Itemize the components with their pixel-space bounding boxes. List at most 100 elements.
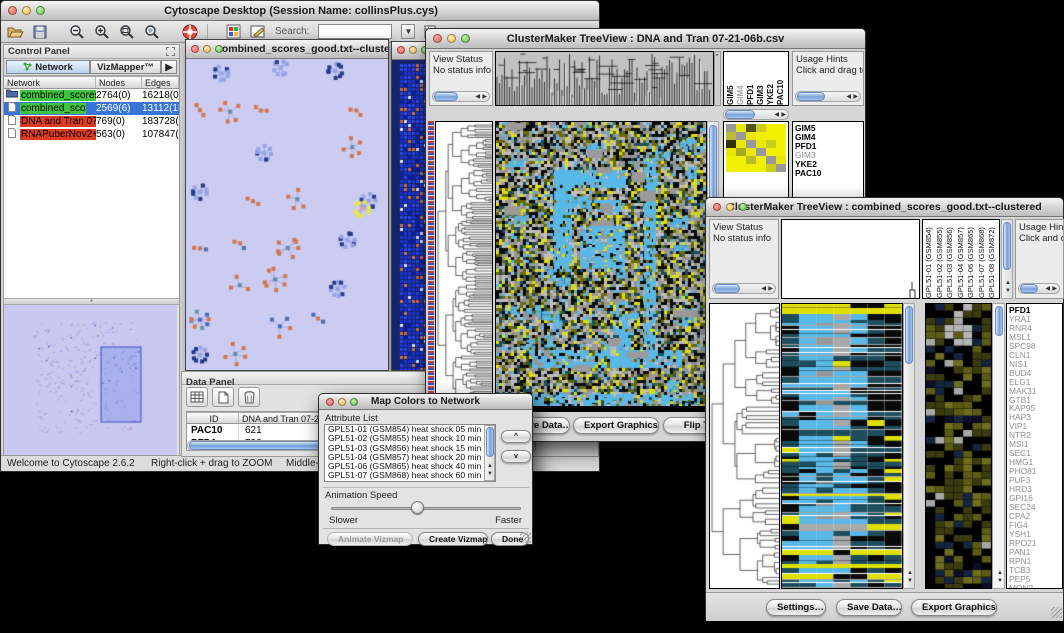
tv2-heatmap-vscrollbar[interactable]: ▲▼ xyxy=(903,303,915,589)
save-icon[interactable] xyxy=(33,25,47,39)
network-overview-canvas[interactable] xyxy=(4,305,177,455)
animate-vizmap-button[interactable]: Animate Vizmap xyxy=(327,532,413,546)
matrix-cell xyxy=(726,156,736,164)
gene-label[interactable]: PAC10 xyxy=(793,169,863,178)
help-lifesaver-icon[interactable] xyxy=(182,24,198,40)
zoom-button[interactable] xyxy=(461,34,470,43)
tab-overflow-arrow[interactable]: ▶ xyxy=(161,60,177,74)
network-icon xyxy=(23,62,32,71)
matrix-cell xyxy=(726,148,736,156)
tv1-summary-matrix xyxy=(726,124,786,172)
export-graphics-button[interactable]: Export Graphics… xyxy=(573,417,659,434)
tv1-labels-scrollbar[interactable]: ◀▶ xyxy=(723,109,789,120)
network-canvas[interactable] xyxy=(186,59,388,370)
open-file-icon[interactable] xyxy=(7,25,24,39)
map-colors-dialog: Map Colors to Network Attribute List GPL… xyxy=(318,393,533,545)
treeview2-controls[interactable] xyxy=(713,203,747,211)
zoom-button[interactable] xyxy=(350,398,358,406)
vizmapper-icon[interactable] xyxy=(226,24,241,39)
array-column-label: GPL51-06 (GSM865) xyxy=(966,220,977,298)
close-button[interactable] xyxy=(397,46,405,54)
gene-label[interactable]: MON2 xyxy=(1007,584,1062,589)
zoom-button[interactable] xyxy=(215,45,223,53)
matrix-cell xyxy=(776,124,786,132)
dialog-controls[interactable] xyxy=(326,398,358,406)
tv1-row-dendrogram[interactable] xyxy=(435,121,493,407)
close-button[interactable] xyxy=(433,34,442,43)
tv2-hints-scrollbar[interactable]: ◀▶ xyxy=(1018,283,1060,294)
edit-network-icon[interactable] xyxy=(250,24,266,39)
network-node-count: 769(0) xyxy=(96,115,142,128)
minimize-button[interactable] xyxy=(447,34,456,43)
zoom-fit-icon[interactable] xyxy=(119,24,135,40)
network-list-row[interactable]: combined_sco2569(6)13112(15) xyxy=(4,102,179,115)
dialog-title-bar[interactable]: Map Colors to Network xyxy=(319,394,532,410)
matrix-cell xyxy=(776,132,786,140)
tv2-labels-vscrollbar[interactable]: ▲▼ xyxy=(1001,219,1013,299)
animation-speed-slider[interactable] xyxy=(331,507,521,510)
treeview2-title-bar[interactable]: ClusterMaker TreeView : combined_scores_… xyxy=(706,198,1063,217)
tv2-column-dendrogram[interactable] xyxy=(781,219,920,299)
array-column-label: GPL51-04 (GSM857) xyxy=(956,220,967,298)
matrix-cell xyxy=(736,140,746,148)
move-attribute-up-button[interactable]: ^ xyxy=(501,430,531,443)
tab-vizmapper[interactable]: VizMapper™ xyxy=(90,60,161,74)
minimize-button[interactable] xyxy=(726,203,734,211)
zoom-out-icon[interactable] xyxy=(69,24,85,40)
tv1-hints-scrollbar[interactable]: ◀▶ xyxy=(795,91,861,102)
network-list-row[interactable]: RNAPuberNov2+I563(0)107847(0) xyxy=(4,128,179,141)
attribute-listbox[interactable]: GPL51-01 (GSM854) heat shock 05 minGPL51… xyxy=(324,424,496,482)
network-view-controls[interactable] xyxy=(191,45,223,53)
export-graphics-button[interactable]: Export Graphics… xyxy=(911,599,997,616)
matrix-cell xyxy=(776,164,786,172)
minimize-button[interactable] xyxy=(338,398,346,406)
tv2-row-dendrogram[interactable] xyxy=(709,303,780,589)
select-attributes-icon[interactable] xyxy=(186,387,208,407)
minimize-button[interactable] xyxy=(409,46,417,54)
network-node-count: 2764(0) xyxy=(96,89,142,102)
attribute-list-scrollbar[interactable]: ▲▼ xyxy=(484,425,495,481)
zoom-in-icon[interactable] xyxy=(94,24,110,40)
minimize-button[interactable] xyxy=(203,45,211,53)
tv2-heatmap-canvas[interactable] xyxy=(781,303,903,589)
search-input[interactable] xyxy=(318,24,392,39)
network-view-title-bar[interactable]: combined_scores_good.txt--cluste… xyxy=(186,40,388,59)
zoom-selected-icon[interactable] xyxy=(144,24,160,40)
tv1-heatmap-canvas[interactable] xyxy=(495,121,707,407)
tv2-genelist-vscrollbar[interactable]: ▲▼ xyxy=(992,303,1005,589)
matrix-cell xyxy=(766,148,776,156)
background-window-title-bar[interactable] xyxy=(392,42,428,60)
delete-attribute-icon[interactable] xyxy=(238,387,260,407)
matrix-cell xyxy=(736,132,746,140)
new-attribute-icon[interactable] xyxy=(212,387,234,407)
create-vizmap-button[interactable]: Create Vizmap xyxy=(418,532,488,546)
search-dropdown-arrow[interactable]: ▼ xyxy=(401,24,415,39)
tv1-column-dendrogram[interactable] xyxy=(495,51,714,106)
network-list-row[interactable]: DNA and Tran 07769(0)183728(0) xyxy=(4,115,179,128)
treeview1-title-bar[interactable]: ClusterMaker TreeView : DNA and Tran 07-… xyxy=(426,29,865,49)
float-panel-icon[interactable] xyxy=(166,47,175,56)
tv2-zoom-heatmap-canvas[interactable] xyxy=(925,303,992,589)
tv1-status-scrollbar[interactable]: ◀▶ xyxy=(432,91,490,102)
slider-thumb[interactable] xyxy=(411,501,424,514)
network-list-row[interactable]: combined_scores2764(0)16218(0) xyxy=(4,89,179,102)
close-button[interactable] xyxy=(326,398,334,406)
resize-grip[interactable] xyxy=(520,532,531,543)
zoom-button[interactable] xyxy=(739,203,747,211)
attribute-list-item[interactable]: GPL51-07 (GSM868) heat shock 60 min xyxy=(325,471,495,480)
main-title-bar[interactable]: Cytoscape Desktop (Session Name: collins… xyxy=(1,1,599,21)
tv2-status-scrollbar[interactable]: ◀▶ xyxy=(712,283,776,294)
close-button[interactable] xyxy=(191,45,199,53)
tab-network[interactable]: Network xyxy=(6,60,90,74)
tv2-usage-hints: Usage Hints Click and drag to ◀▶ xyxy=(1015,219,1064,299)
treeview1-controls[interactable] xyxy=(433,34,470,43)
tv2-gene-list[interactable]: PFD1YRA1RNR4MSL1SPC98CLN1NIS1BUD4ELG1MAK… xyxy=(1006,303,1063,589)
animation-speed-label: Animation Speed xyxy=(325,490,397,501)
save-data-button[interactable]: Save Data… xyxy=(836,599,902,616)
settings-button[interactable]: Settings… xyxy=(766,599,826,616)
search-label: Search: xyxy=(275,26,309,37)
resize-grip[interactable] xyxy=(1051,607,1062,618)
dense-network-canvas[interactable] xyxy=(392,60,428,371)
close-button[interactable] xyxy=(713,203,721,211)
move-attribute-down-button[interactable]: v xyxy=(501,450,531,463)
